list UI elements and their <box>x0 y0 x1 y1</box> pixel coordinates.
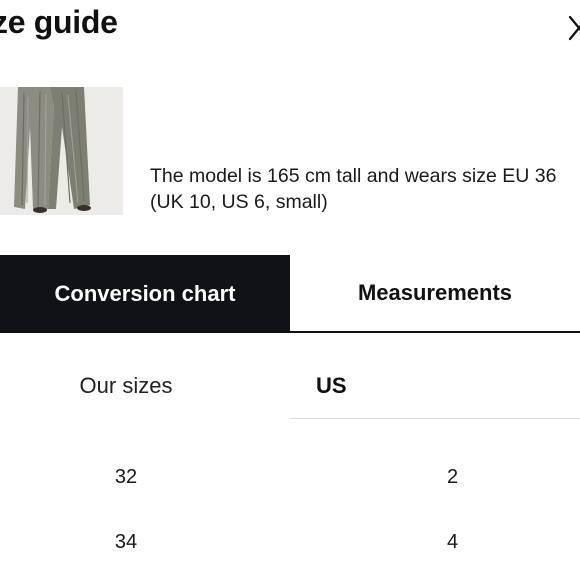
tab-bar: Conversion chart Measurements <box>0 255 580 333</box>
cell-our-size: 32 <box>114 466 138 488</box>
model-photo <box>0 87 123 215</box>
tab-measurements[interactable]: Measurements <box>290 255 580 333</box>
model-info: The model is 165 cm tall and wears size … <box>150 163 556 215</box>
cell-us-size: 2 <box>446 466 459 488</box>
column-header-our-sizes: Our sizes <box>79 373 173 398</box>
column-header-us[interactable]: US <box>316 372 347 400</box>
model-info-line-1: The model is 165 cm tall and wears size … <box>150 165 557 187</box>
page-title: ze guide <box>0 4 118 40</box>
cell-our-size: 34 <box>114 531 138 553</box>
tab-conversion-chart[interactable]: Conversion chart <box>0 255 290 333</box>
close-button[interactable] <box>562 10 580 46</box>
close-icon <box>568 15 580 41</box>
table-row: 34 4 <box>0 531 580 561</box>
header-divider <box>290 418 580 419</box>
table-row: 32 2 <box>0 466 580 496</box>
cell-us-size: 4 <box>446 531 459 553</box>
model-info-line-2: (UK 10, US 6, small) <box>150 191 328 213</box>
